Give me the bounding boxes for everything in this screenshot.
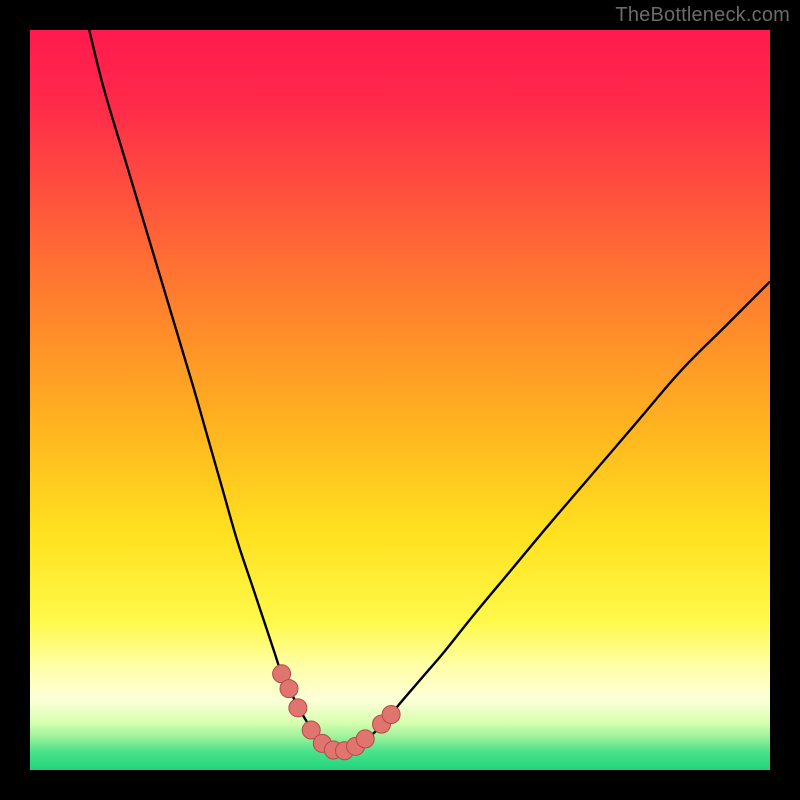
data-marker xyxy=(356,730,374,748)
data-marker xyxy=(382,706,400,724)
data-marker xyxy=(280,680,298,698)
chart-svg xyxy=(30,30,770,770)
watermark-text: TheBottleneck.com xyxy=(615,4,790,27)
data-marker xyxy=(289,699,307,717)
plot-area xyxy=(30,30,770,770)
gradient-background xyxy=(30,30,770,770)
chart-frame: TheBottleneck.com xyxy=(0,0,800,800)
